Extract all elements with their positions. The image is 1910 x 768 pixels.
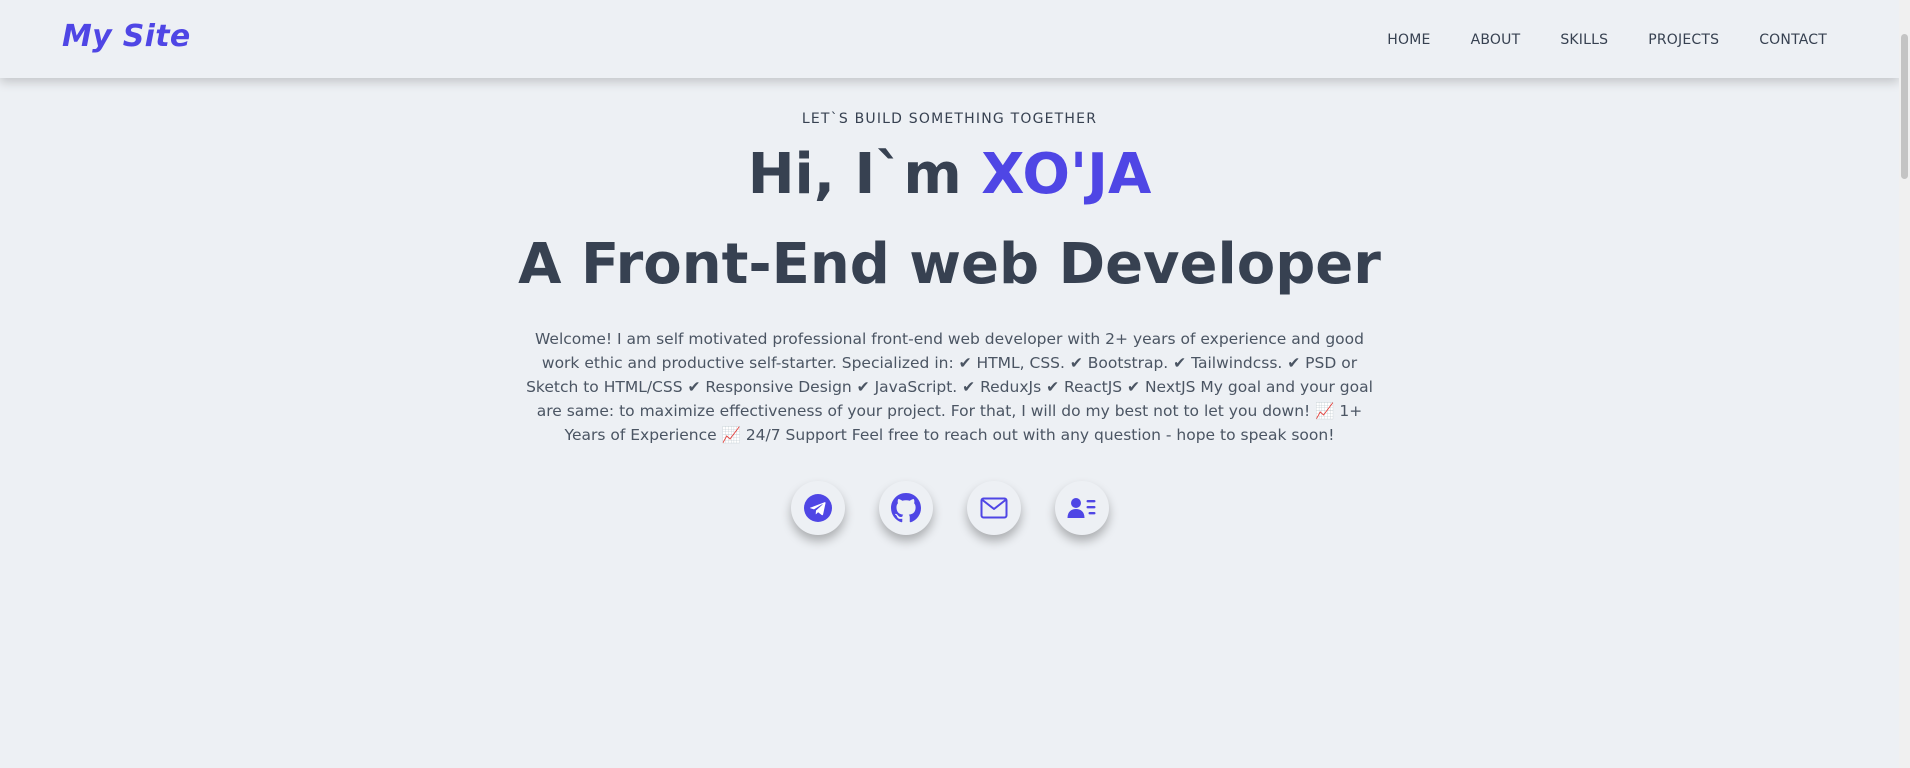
page-scrollbar[interactable] — [1899, 0, 1910, 768]
github-button[interactable] — [878, 481, 933, 535]
hero-tagline: LET`S BUILD SOMETHING TOGETHER — [801, 111, 1098, 127]
telegram-icon — [803, 494, 832, 522]
nav-link-contact[interactable]: CONTACT — [1759, 32, 1827, 48]
hero-name: XO'JA — [981, 142, 1152, 207]
contact-card-button[interactable] — [1054, 481, 1109, 535]
scrollbar-thumb[interactable] — [1901, 34, 1908, 179]
site-logo[interactable]: My Site — [62, 19, 191, 54]
hero-greeting-heading: Hi, I`m XO'JA — [0, 139, 1899, 211]
hero-section: LET`S BUILD SOMETHING TOGETHER Hi, I`m X… — [0, 78, 1899, 535]
hero-intro: Welcome! I am self motivated professiona… — [526, 330, 1373, 444]
mail-icon — [980, 497, 1008, 519]
telegram-button[interactable] — [790, 481, 845, 535]
contact-card-icon — [1067, 496, 1097, 520]
hero-role: A Front-End web Developer — [518, 232, 1381, 297]
nav-link-home[interactable]: HOME — [1387, 32, 1430, 48]
page: My Site HOME ABOUT SKILLS PROJECTS CONTA… — [0, 0, 1910, 768]
navbar: My Site HOME ABOUT SKILLS PROJECTS CONTA… — [0, 0, 1899, 78]
hero-greeting: Hi, I`m — [747, 142, 982, 207]
nav-link-skills[interactable]: SKILLS — [1560, 32, 1608, 48]
social-links — [0, 481, 1899, 535]
email-button[interactable] — [966, 481, 1021, 535]
nav-link-about[interactable]: ABOUT — [1471, 32, 1521, 48]
github-icon — [890, 493, 921, 523]
nav-links: HOME ABOUT SKILLS PROJECTS CONTACT — [1387, 29, 1827, 48]
nav-link-projects[interactable]: PROJECTS — [1648, 32, 1719, 48]
